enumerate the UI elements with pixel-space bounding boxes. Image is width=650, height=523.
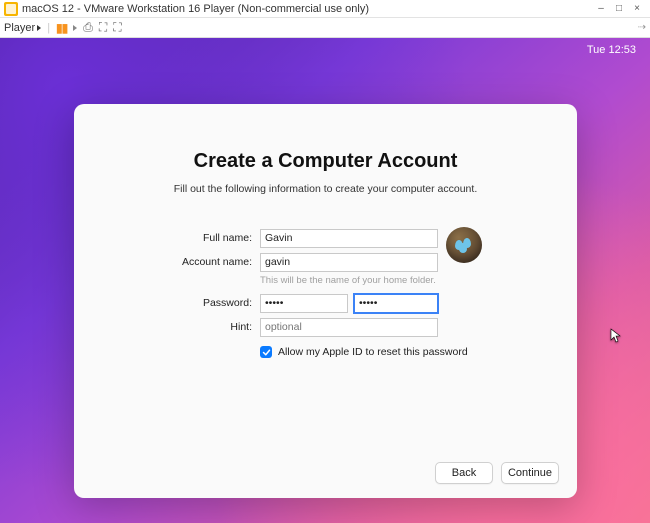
power-dropdown-icon[interactable] [73,25,77,31]
dropdown-triangle-icon [37,25,41,31]
account-form: Full name: Account name: This will be th… [74,227,577,358]
minimize-button[interactable]: – [592,3,610,14]
unity-icon[interactable]: ⛶ [99,20,107,35]
send-ctrl-alt-del-icon[interactable]: ⎙ [83,20,93,35]
page-subtitle: Fill out the following information to cr… [74,183,577,195]
back-button-label: Back [452,467,476,479]
checkmark-icon [262,348,271,357]
mouse-cursor-icon [607,328,623,349]
account-picture[interactable] [446,227,482,263]
setup-assistant-window: Create a Computer Account Fill out the f… [74,104,577,498]
back-button[interactable]: Back [435,462,493,484]
vmware-titlebar: macOS 12 - VMware Workstation 16 Player … [0,0,650,18]
allow-apple-id-reset-checkbox[interactable] [260,346,272,358]
vmware-toolbar: Player | ▮▮ ⎙ ⛶ ⛶ ⇢ [0,18,650,38]
hint-field[interactable] [260,318,438,337]
fullscreen-icon[interactable]: ⛶ [113,20,121,35]
macos-desktop: Tue 12:53 Create a Computer Account Fill… [0,38,650,523]
vmware-title-text: macOS 12 - VMware Workstation 16 Player … [22,3,592,15]
full-name-label: Full name: [74,232,260,244]
hint-label: Hint: [74,321,260,333]
continue-button[interactable]: Continue [501,462,559,484]
maximize-button[interactable]: □ [610,3,628,14]
pause-icon[interactable]: ▮▮ [56,21,67,35]
password-field[interactable] [260,294,348,313]
verify-password-field[interactable] [354,294,438,313]
page-title: Create a Computer Account [74,150,577,173]
player-menu-label: Player [4,22,35,34]
account-name-label: Account name: [74,256,260,268]
toolbar-separator: | [47,22,50,34]
allow-apple-id-reset-label: Allow my Apple ID to reset this password [278,346,468,358]
full-name-field[interactable] [260,229,438,248]
toolbar-collapse-icon[interactable]: ⇢ [638,22,646,33]
password-label: Password: [74,297,260,309]
vmware-app-icon [4,2,18,16]
account-name-field[interactable] [260,253,438,272]
menubar-clock: Tue 12:53 [587,44,636,56]
account-name-helper: This will be the name of your home folde… [260,275,577,286]
nest-egg-icon [459,243,467,253]
continue-button-label: Continue [508,467,552,479]
player-menu-button[interactable]: Player [4,22,41,34]
close-window-button[interactable]: × [628,3,646,14]
